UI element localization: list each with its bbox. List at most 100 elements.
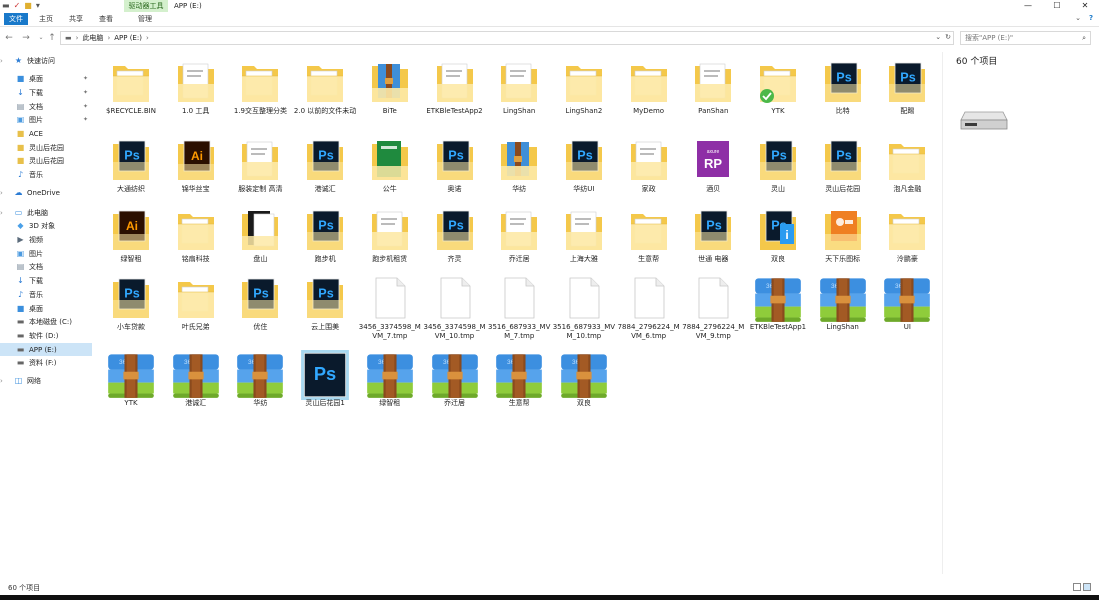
expand-chevron-icon[interactable]: ›	[0, 209, 3, 217]
file-item[interactable]: 叶氏兄弟	[164, 270, 228, 336]
breadcrumb-chevron-icon[interactable]: ›	[76, 34, 79, 42]
file-item[interactable]: 服装定制 高清	[228, 132, 292, 198]
file-item[interactable]: Ps 云上围美	[293, 270, 357, 336]
file-item[interactable]: Ps 灵山后花园	[811, 132, 875, 198]
nav-item[interactable]: ▤ 文档	[0, 260, 92, 273]
file-item[interactable]: $RECYCLE.BIN	[99, 54, 163, 120]
file-item[interactable]: Ps 跑步机	[293, 202, 357, 268]
file-item[interactable]: 360乔迁居	[423, 346, 487, 412]
file-item[interactable]: 公牛	[358, 132, 422, 198]
file-item[interactable]: BiTe	[358, 54, 422, 120]
refresh-icon[interactable]: ↻	[945, 33, 951, 41]
file-item[interactable]: 家政	[617, 132, 681, 198]
tab-manage[interactable]: 管理	[130, 13, 160, 25]
file-item[interactable]: 3516_687933_MVM_7.tmp	[487, 270, 551, 340]
nav-item[interactable]: ◆ 3D 对象	[0, 219, 92, 232]
file-item[interactable]: 1.9交互整理分类	[228, 54, 292, 120]
nav-item[interactable]: ▬ 本地磁盘 (C:)	[0, 315, 92, 328]
file-item[interactable]: Ps 比特	[811, 54, 875, 120]
nav-item[interactable]: ■ 灵山后花园	[0, 154, 92, 167]
up-arrow-icon[interactable]: ↑	[46, 32, 58, 44]
file-item[interactable]: 360华纺	[228, 346, 292, 412]
breadcrumb-chevron-icon[interactable]: ›	[146, 34, 149, 42]
file-item[interactable]: Ps 配踢	[875, 54, 939, 120]
file-item[interactable]: MyDemo	[617, 54, 681, 120]
breadcrumb-this-pc[interactable]: 此电脑	[82, 33, 103, 43]
file-item[interactable]: Ps 大通纺织	[99, 132, 163, 198]
address-dropdown-icon[interactable]: ⌄	[935, 33, 941, 41]
file-item[interactable]: 7884_2796224_MVM_9.tmp	[681, 270, 745, 340]
nav-item[interactable]: ▬ 软件 (D:)	[0, 329, 92, 342]
file-item[interactable]: 3456_3374598_MVM_7.tmp	[358, 270, 422, 340]
tab-home[interactable]: 主页	[34, 13, 58, 25]
nav-item[interactable]: ■ ACE	[0, 127, 92, 140]
details-view-icon[interactable]	[1073, 583, 1081, 591]
file-item[interactable]: 360ETKBleTestApp1	[746, 270, 810, 336]
file-item[interactable]: LingShan2	[552, 54, 616, 120]
file-item[interactable]: 泠鹏豪	[875, 202, 939, 268]
nav-item[interactable]: ■ 桌面 ✦	[0, 72, 92, 85]
nav-item[interactable]: ↓ 下载	[0, 274, 92, 287]
file-item[interactable]: 360UI	[875, 270, 939, 336]
nav-item[interactable]: ▬ APP (E:)	[0, 343, 92, 356]
minimize-button[interactable]: —	[1014, 0, 1042, 12]
file-item[interactable]: PanShan	[681, 54, 745, 120]
file-item[interactable]: Ps 奥诺	[423, 132, 487, 198]
file-item[interactable]: Ps 优住	[228, 270, 292, 336]
new-folder-icon[interactable]: ■	[24, 1, 32, 11]
drive-tools-context-tab[interactable]: 驱动器工具	[124, 0, 168, 12]
file-item[interactable]: 3456_3374598_MVM_10.tmp	[423, 270, 487, 340]
file-item[interactable]: 泡凡金融	[875, 132, 939, 198]
expand-chevron-icon[interactable]: ›	[0, 377, 3, 385]
address-bar[interactable]: ▬ › 此电脑 › APP (E:) › ⌄ ↻	[60, 31, 954, 45]
nav-item[interactable]: › ☁ OneDrive	[0, 186, 92, 199]
search-input[interactable]: 搜索"APP (E:)" ⌕	[960, 31, 1091, 45]
nav-item[interactable]: ↓ 下载 ✦	[0, 86, 92, 99]
back-arrow-icon[interactable]: ←	[3, 32, 15, 44]
file-item[interactable]: Ps 灵山后花园1	[293, 346, 357, 412]
file-item[interactable]: 360绿智租	[358, 346, 422, 412]
file-item[interactable]: 盘山	[228, 202, 292, 268]
file-item[interactable]: Ps 港诚汇	[293, 132, 357, 198]
file-item[interactable]: Ps 小车贷款	[99, 270, 163, 336]
nav-item[interactable]: › ◫ 网络	[0, 374, 92, 387]
file-item[interactable]: 2.0 以前的文件未动	[293, 54, 357, 120]
properties-icon[interactable]: ✓	[14, 1, 21, 11]
nav-item[interactable]: ▤ 文档 ✦	[0, 100, 92, 113]
nav-item[interactable]: ▬ 资料 (F:)	[0, 356, 92, 369]
help-icon[interactable]: ?	[1089, 14, 1093, 22]
qat-dropdown-icon[interactable]: ▾	[36, 1, 40, 11]
nav-item[interactable]: ♪ 音乐	[0, 288, 92, 301]
nav-item[interactable]: › ▭ 此电脑	[0, 206, 92, 219]
nav-item[interactable]: ■ 灵山后花园	[0, 141, 92, 154]
file-item[interactable]: 360YTK	[99, 346, 163, 412]
maximize-button[interactable]: ☐	[1043, 0, 1071, 12]
breadcrumb-app-drive[interactable]: APP (E:)	[114, 34, 142, 42]
file-item[interactable]: Ps 华纺UI	[552, 132, 616, 198]
file-item[interactable]: 跑步机租赁	[358, 202, 422, 268]
file-item[interactable]: LingShan	[487, 54, 551, 120]
file-item[interactable]: 乔迁居	[487, 202, 551, 268]
file-item[interactable]: YTK	[746, 54, 810, 120]
file-item[interactable]: Ai 绿智租	[99, 202, 163, 268]
expand-chevron-icon[interactable]: ›	[0, 57, 3, 65]
nav-item[interactable]: › ★ 快速访问	[0, 54, 92, 67]
file-item[interactable]: Ps 齐灵	[423, 202, 487, 268]
file-item[interactable]: 360港诚汇	[164, 346, 228, 412]
forward-arrow-icon[interactable]: →	[20, 32, 32, 44]
file-item[interactable]: Ps 灵山	[746, 132, 810, 198]
breadcrumb-chevron-icon[interactable]: ›	[107, 34, 110, 42]
large-icons-view-icon[interactable]	[1083, 583, 1091, 591]
file-item[interactable]: 华纺	[487, 132, 551, 198]
nav-item[interactable]: ■ 桌面	[0, 302, 92, 315]
file-item[interactable]: 1.0 工具	[164, 54, 228, 120]
file-item[interactable]: 生意帮	[617, 202, 681, 268]
file-item[interactable]: 上海大雅	[552, 202, 616, 268]
file-item[interactable]: 天下乐图标	[811, 202, 875, 268]
tab-share[interactable]: 共享	[64, 13, 88, 25]
file-item[interactable]: Ps 世通 电器	[681, 202, 745, 268]
expand-chevron-icon[interactable]: ›	[0, 189, 3, 197]
file-item[interactable]: 3516_687933_MVM_10.tmp	[552, 270, 616, 340]
file-item[interactable]: 7884_2796224_MVM_6.tmp	[617, 270, 681, 340]
file-item[interactable]: Ai 锦华丝宝	[164, 132, 228, 198]
